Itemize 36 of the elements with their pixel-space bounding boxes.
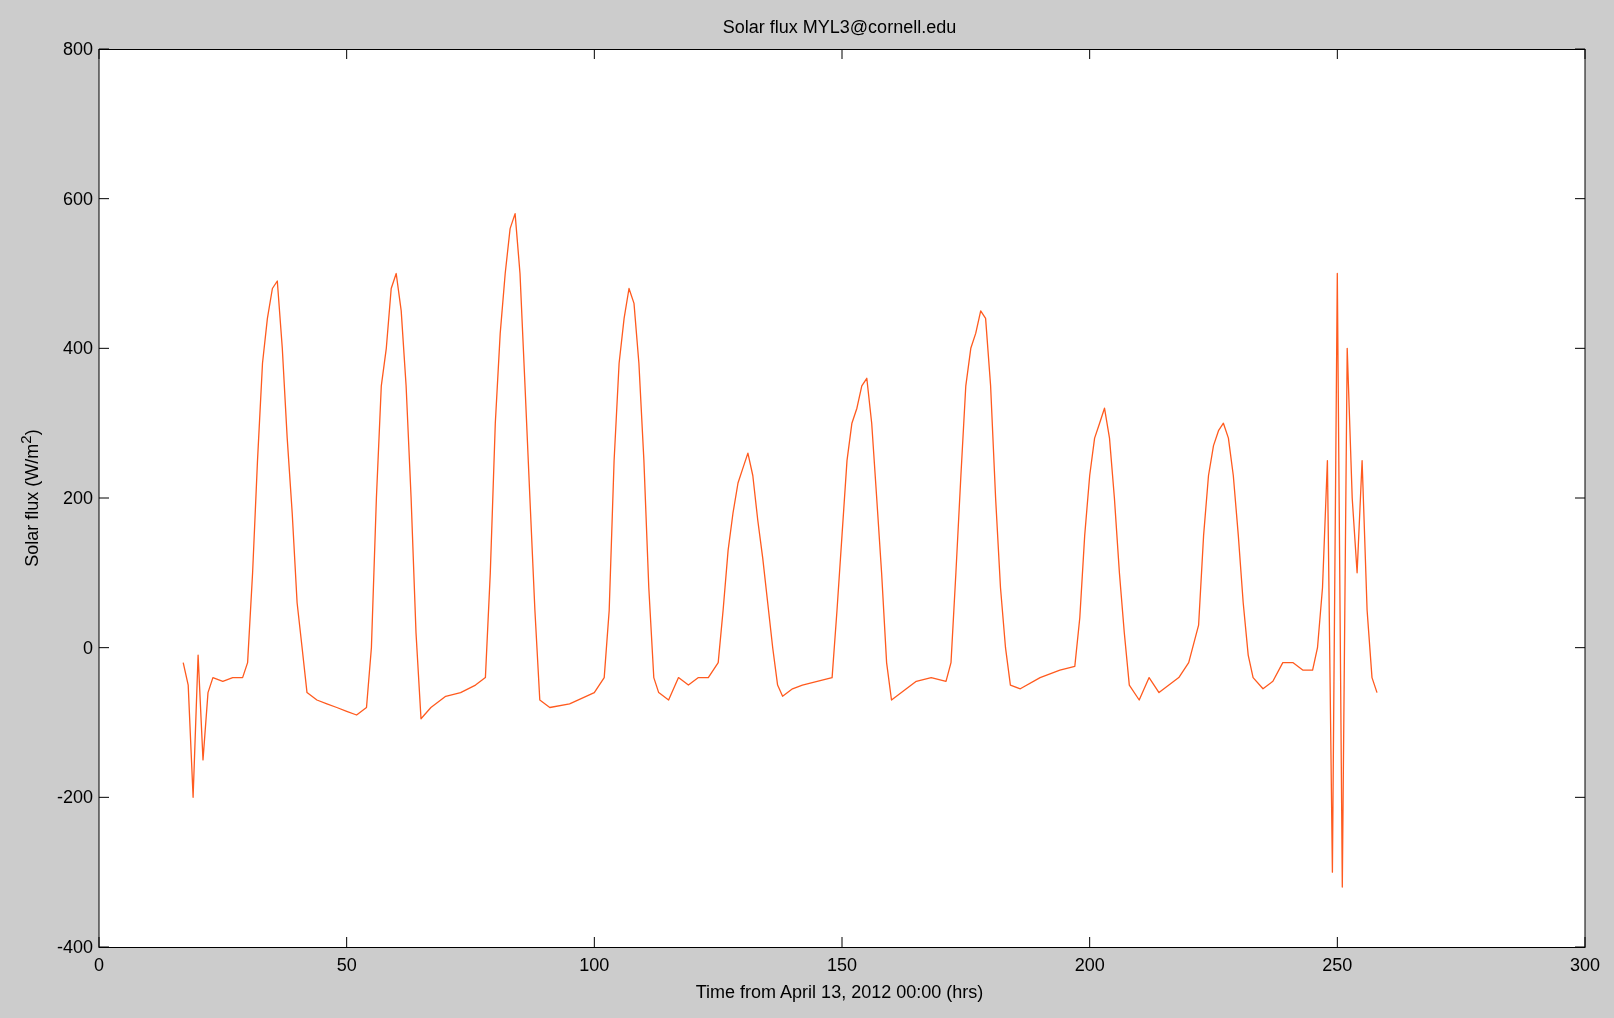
tick-mark [1574,347,1586,349]
tick-mark [98,198,110,200]
tick-mark [98,347,110,349]
tick-mark [98,647,110,649]
tick-label: 300 [1570,955,1600,975]
tick-mark [593,936,595,948]
tick-mark [841,936,843,948]
tick-label: 50 [336,955,357,975]
tick-mark [593,48,595,60]
tick-mark [98,796,110,798]
tick-mark [346,936,348,948]
tick-label: -200 [56,787,93,808]
tick-label: -400 [56,937,93,957]
tick-label: 0 [83,637,93,658]
tick-mark [1089,936,1091,948]
tick-mark [1089,48,1091,60]
tick-label: 400 [62,338,93,359]
tick-mark [1336,936,1338,948]
tick-label: 250 [1322,955,1353,975]
tick-mark [1574,198,1586,200]
tick-label: 200 [62,488,93,508]
tick-label: 800 [62,39,93,59]
tick-mark [346,48,348,60]
tick-label: 600 [62,188,93,209]
tick-mark [1574,647,1586,649]
tick-mark [1574,497,1586,499]
chart-title: Solar flux MYL3@cornell.edu [722,17,957,38]
tick-mark [841,48,843,60]
tick-mark [98,497,110,499]
tick-mark [1336,48,1338,60]
tick-label: 100 [579,955,610,975]
tick-label: 200 [1074,955,1105,975]
tick-label: 0 [94,955,104,975]
x-axis-label: Time from April 13, 2012 00:00 (hrs) [695,982,984,1003]
tick-label: 150 [827,955,857,975]
tick-mark [1574,796,1586,798]
